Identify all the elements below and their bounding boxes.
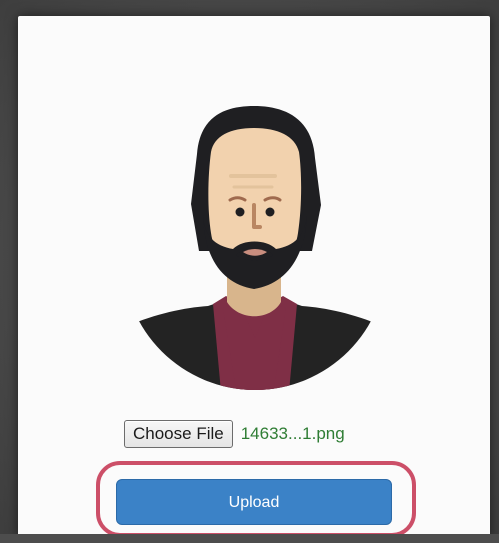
- man-with-beard-avatar-icon: [123, 106, 387, 390]
- photo-bottom-edge: [0, 534, 499, 543]
- upload-card: Choose File 14633...1.png Upload: [18, 16, 490, 540]
- choose-file-button[interactable]: Choose File: [124, 420, 233, 448]
- upload-button[interactable]: Upload: [116, 479, 392, 525]
- selected-file-name: 14633...1.png: [240, 424, 345, 443]
- profile-avatar: [122, 88, 387, 398]
- file-upload-row: Choose File 14633...1.png: [124, 418, 404, 450]
